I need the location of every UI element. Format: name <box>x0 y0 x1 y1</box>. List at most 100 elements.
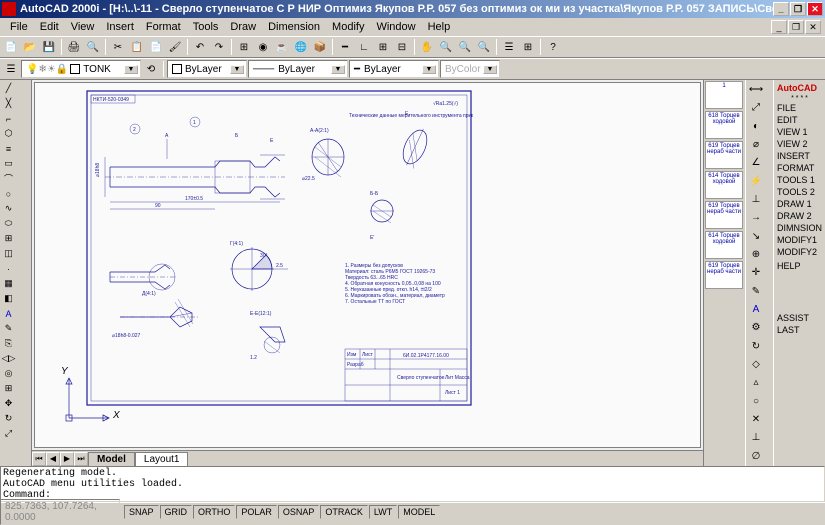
circle-tool[interactable]: ○ <box>1 186 16 201</box>
layer-manager-button[interactable]: ☰ <box>2 60 20 78</box>
thumb-3[interactable]: 619 Торцев нераб части <box>705 141 743 169</box>
doc-restore-button[interactable]: ❐ <box>788 20 804 34</box>
dim-radius-tool[interactable]: ◐ <box>747 118 765 135</box>
polygon-tool[interactable]: ⬡ <box>1 126 16 141</box>
dist-button[interactable]: ━ <box>336 38 354 56</box>
ucs2-button[interactable]: ⊞ <box>374 38 392 56</box>
snap-end-tool[interactable]: ◇ <box>747 356 765 373</box>
arc-tool[interactable]: ⌒ <box>1 171 16 186</box>
thumb-1[interactable]: 1 <box>705 81 743 109</box>
menu-insert[interactable]: Insert <box>100 19 140 35</box>
adcenter-button[interactable]: ⊞ <box>519 38 537 56</box>
insert-tool[interactable]: ⊞ <box>1 231 16 246</box>
copy-button[interactable]: 📋 <box>128 38 146 56</box>
dim-angular-tool[interactable]: ∠ <box>747 154 765 171</box>
pline-tool[interactable]: ⌐ <box>1 111 16 126</box>
print-button[interactable]: 🖨 <box>65 38 83 56</box>
mirror-tool[interactable]: ◁▷ <box>1 351 16 366</box>
sm-draw2[interactable]: DRAW 2 <box>775 210 824 222</box>
scale-tool[interactable]: ⤢ <box>1 426 16 441</box>
thumb-6[interactable]: 614 Торцев ходовой <box>705 231 743 259</box>
match-prop-button[interactable]: 🖌 <box>166 38 184 56</box>
line-tool[interactable]: ╱ <box>1 81 16 96</box>
xline-tool[interactable]: ╳ <box>1 96 16 111</box>
leader-tool[interactable]: ↘ <box>747 228 765 245</box>
dim-continue-tool[interactable]: → <box>747 209 765 226</box>
dbconnect-button[interactable]: ⊟ <box>393 38 411 56</box>
sm-tools1[interactable]: TOOLS 1 <box>775 174 824 186</box>
sm-draw1[interactable]: DRAW 1 <box>775 198 824 210</box>
snap-cen-tool[interactable]: ○ <box>747 393 765 410</box>
text-tool[interactable]: A <box>1 306 16 321</box>
toggle-polar[interactable]: POLAR <box>236 505 277 519</box>
erase-tool[interactable]: ✎ <box>1 321 16 336</box>
autodesk-button[interactable]: ◉ <box>254 38 272 56</box>
zoom-win-button[interactable]: 🔍 <box>456 38 474 56</box>
pan-button[interactable]: ✋ <box>418 38 436 56</box>
meet-button[interactable]: ☕ <box>273 38 291 56</box>
paste-button[interactable]: 📄 <box>147 38 165 56</box>
snap-mid-tool[interactable]: ▵ <box>747 374 765 391</box>
menu-modify[interactable]: Modify <box>326 19 370 35</box>
plot-preview-button[interactable]: 🔍 <box>84 38 102 56</box>
menu-help[interactable]: Help <box>422 19 457 35</box>
toggle-grid[interactable]: GRID <box>160 505 193 519</box>
doc-minimize-button[interactable]: _ <box>771 20 787 34</box>
zoom-rt-button[interactable]: 🔍 <box>437 38 455 56</box>
toggle-lwt[interactable]: LWT <box>369 505 397 519</box>
maximize-button[interactable]: ❐ <box>790 2 806 16</box>
dimtedit-tool[interactable]: A <box>747 301 765 318</box>
sm-view1[interactable]: VIEW 1 <box>775 126 824 138</box>
sm-tools2[interactable]: TOOLS 2 <box>775 186 824 198</box>
copy-tool[interactable]: ⎘ <box>1 336 16 351</box>
menu-dimension[interactable]: Dimension <box>262 19 326 35</box>
thumb-4[interactable]: 614 Торцев ходовой <box>705 171 743 199</box>
update-tool[interactable]: ↻ <box>747 338 765 355</box>
tolerance-tool[interactable]: ⊕ <box>747 246 765 263</box>
sm-assist[interactable]: ASSIST <box>775 312 824 324</box>
cut-button[interactable]: ✂ <box>109 38 127 56</box>
menu-window[interactable]: Window <box>370 19 421 35</box>
tab-prev-button[interactable]: ◀ <box>46 452 60 466</box>
toggle-otrack[interactable]: OTRACK <box>320 505 368 519</box>
undo-button[interactable]: ↶ <box>191 38 209 56</box>
command-line[interactable]: Regenerating model. AutoCAD menu utiliti… <box>0 466 825 502</box>
help-button[interactable]: ? <box>544 38 562 56</box>
sm-dimnsion[interactable]: DIMNSION <box>775 222 824 234</box>
menu-file[interactable]: File <box>4 19 34 35</box>
close-button[interactable]: ✕ <box>807 2 823 16</box>
tab-model[interactable]: Model <box>88 452 135 466</box>
new-button[interactable]: 📄 <box>2 38 20 56</box>
offset-tool[interactable]: ◎ <box>1 366 16 381</box>
open-button[interactable]: 📂 <box>21 38 39 56</box>
publish-button[interactable]: 🌐 <box>292 38 310 56</box>
toggle-osnap[interactable]: OSNAP <box>278 505 320 519</box>
snap-int-tool[interactable]: ✕ <box>747 411 765 428</box>
array-tool[interactable]: ⊞ <box>1 381 16 396</box>
tab-layout1[interactable]: Layout1 <box>135 452 189 466</box>
dimedit-tool[interactable]: ✎ <box>747 283 765 300</box>
dimstyle-tool[interactable]: ⚙ <box>747 319 765 336</box>
menu-tools[interactable]: Tools <box>187 19 225 35</box>
hatch-tool[interactable]: ▦ <box>1 276 16 291</box>
center-tool[interactable]: ✛ <box>747 264 765 281</box>
rotate-tool[interactable]: ↻ <box>1 411 16 426</box>
tab-last-button[interactable]: ⏭ <box>74 452 88 466</box>
sm-last[interactable]: LAST <box>775 324 824 336</box>
menu-draw[interactable]: Draw <box>224 19 262 35</box>
toggle-ortho[interactable]: ORTHO <box>193 505 235 519</box>
move-tool[interactable]: ✥ <box>1 396 16 411</box>
dim-quick-tool[interactable]: ⚡ <box>747 173 765 190</box>
snap-per-tool[interactable]: ⊥ <box>747 429 765 446</box>
block-tool[interactable]: ◫ <box>1 246 16 261</box>
sm-view2[interactable]: VIEW 2 <box>775 138 824 150</box>
menu-edit[interactable]: Edit <box>34 19 65 35</box>
sm-modify1[interactable]: MODIFY1 <box>775 234 824 246</box>
layer-prev-button[interactable]: ⟲ <box>142 60 160 78</box>
tab-next-button[interactable]: ▶ <box>60 452 74 466</box>
color-combo[interactable]: ByLayer <box>167 60 247 78</box>
toggle-snap[interactable]: SNAP <box>124 505 159 519</box>
tab-first-button[interactable]: ⏮ <box>32 452 46 466</box>
rect-tool[interactable]: ▭ <box>1 156 16 171</box>
ucs-button[interactable]: ∟ <box>355 38 373 56</box>
